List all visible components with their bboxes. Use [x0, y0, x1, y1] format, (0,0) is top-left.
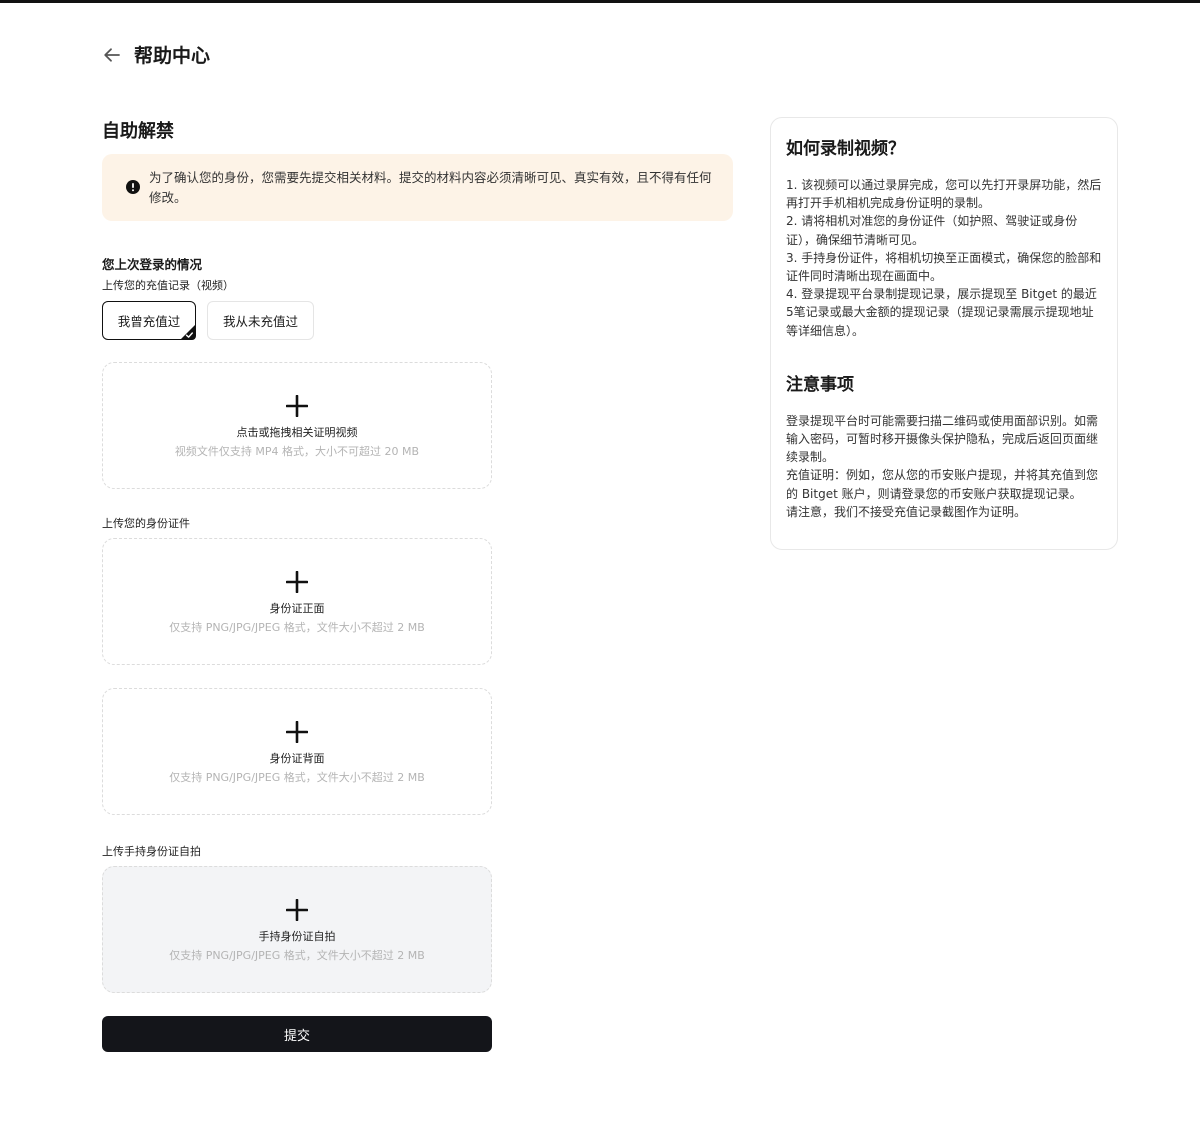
note-item: 请注意，我们不接受充值记录截图作为证明。 — [786, 504, 1027, 519]
page-title: 帮助中心 — [134, 45, 211, 67]
step-item: 1. 该视频可以通过录屏完成，您可以先打开录屏功能，然后再打开手机相机完成身份证… — [786, 178, 1102, 211]
option-never-recharged[interactable]: 我从未充值过 — [207, 301, 314, 340]
option-recharged[interactable]: 我曾充值过 — [102, 301, 196, 340]
video-upload-title: 点击或拖拽相关证明视频 — [236, 426, 358, 439]
recharge-record-label: 上传您的充值记录（视频） — [102, 279, 234, 292]
note-item: 登录提现平台时可能需要扫描二维码或使用面部识别。如需输入密码，可暂时移开摄像头保… — [786, 413, 1099, 465]
id-back-hint: 仅支持 PNG/JPG/JPEG 格式，文件大小不超过 2 MB — [169, 771, 425, 784]
id-back-upload-area[interactable]: 身份证背面 仅支持 PNG/JPG/JPEG 格式，文件大小不超过 2 MB — [102, 688, 492, 815]
option-never-recharged-label: 我从未充值过 — [222, 314, 298, 329]
video-upload-hint: 视频文件仅支持 MP4 格式，大小不可超过 20 MB — [174, 445, 420, 458]
plus-icon — [286, 395, 308, 417]
submit-button[interactable]: 提交 — [102, 1016, 492, 1052]
page-header: 帮助中心 — [102, 41, 210, 68]
alert-icon — [126, 180, 140, 194]
id-back-title: 身份证背面 — [269, 752, 325, 765]
notes-list: 登录提现平台时可能需要扫描二维码或使用面部识别。如需输入密码，可暂时移开摄像头保… — [786, 412, 1103, 521]
video-upload-area[interactable]: 点击或拖拽相关证明视频 视频文件仅支持 MP4 格式，大小不可超过 20 MB — [102, 362, 492, 489]
notes-title: 注意事项 — [786, 374, 854, 395]
id-front-title: 身份证正面 — [269, 602, 325, 615]
option-recharged-label: 我曾充值过 — [117, 314, 181, 329]
step-item: 3. 手持身份证件，将相机切换至正面模式，确保您的脸部和证件同时清晰出现在画面中… — [786, 250, 1102, 284]
id-front-hint: 仅支持 PNG/JPG/JPEG 格式，文件大小不超过 2 MB — [169, 621, 425, 634]
how-to-record-steps: 1. 该视频可以通过录屏完成，您可以先打开录屏功能，然后再打开手机相机完成身份证… — [786, 176, 1103, 340]
step-item: 2. 请将相机对准您的身份证件（如护照、驾驶证或身份证），确保细节清晰可见。 — [786, 214, 1078, 247]
section-title: 自助解禁 — [102, 121, 174, 142]
plus-icon — [286, 899, 308, 921]
selfie-upload-label: 上传手持身份证自拍 — [102, 845, 201, 858]
notice-banner: 为了确认您的身份，您需要先提交相关材料。提交的材料内容必须清晰可见、真实有效，且… — [102, 154, 733, 221]
note-item: 充值证明：例如，您从您的币安账户提现，并将其充值到您的 Bitget 账户，则请… — [786, 468, 1099, 501]
step-item: 4. 登录提现平台录制提现记录，展示提现至 Bitget 的最近5笔记录或最大金… — [786, 287, 1097, 338]
help-card: 如何录制视频？ 1. 该视频可以通过录屏完成，您可以先打开录屏功能，然后再打开手… — [770, 117, 1118, 550]
plus-icon — [286, 721, 308, 743]
notice-text: 为了确认您的身份，您需要先提交相关材料。提交的材料内容必须清晰可见、真实有效，且… — [149, 170, 712, 205]
how-to-record-title: 如何录制视频？ — [786, 139, 905, 159]
id-upload-label: 上传您的身份证件 — [102, 517, 190, 530]
last-login-title: 您上次登录的情况 — [102, 257, 203, 272]
id-front-upload-area[interactable]: 身份证正面 仅支持 PNG/JPG/JPEG 格式，文件大小不超过 2 MB — [102, 538, 492, 665]
selfie-title: 手持身份证自拍 — [258, 930, 336, 943]
selfie-hint: 仅支持 PNG/JPG/JPEG 格式，文件大小不超过 2 MB — [169, 949, 425, 962]
selfie-upload-area[interactable]: 手持身份证自拍 仅支持 PNG/JPG/JPEG 格式，文件大小不超过 2 MB — [102, 866, 492, 993]
plus-icon — [286, 571, 308, 593]
back-arrow-icon[interactable] — [102, 45, 122, 65]
checkmark-icon — [180, 324, 196, 340]
